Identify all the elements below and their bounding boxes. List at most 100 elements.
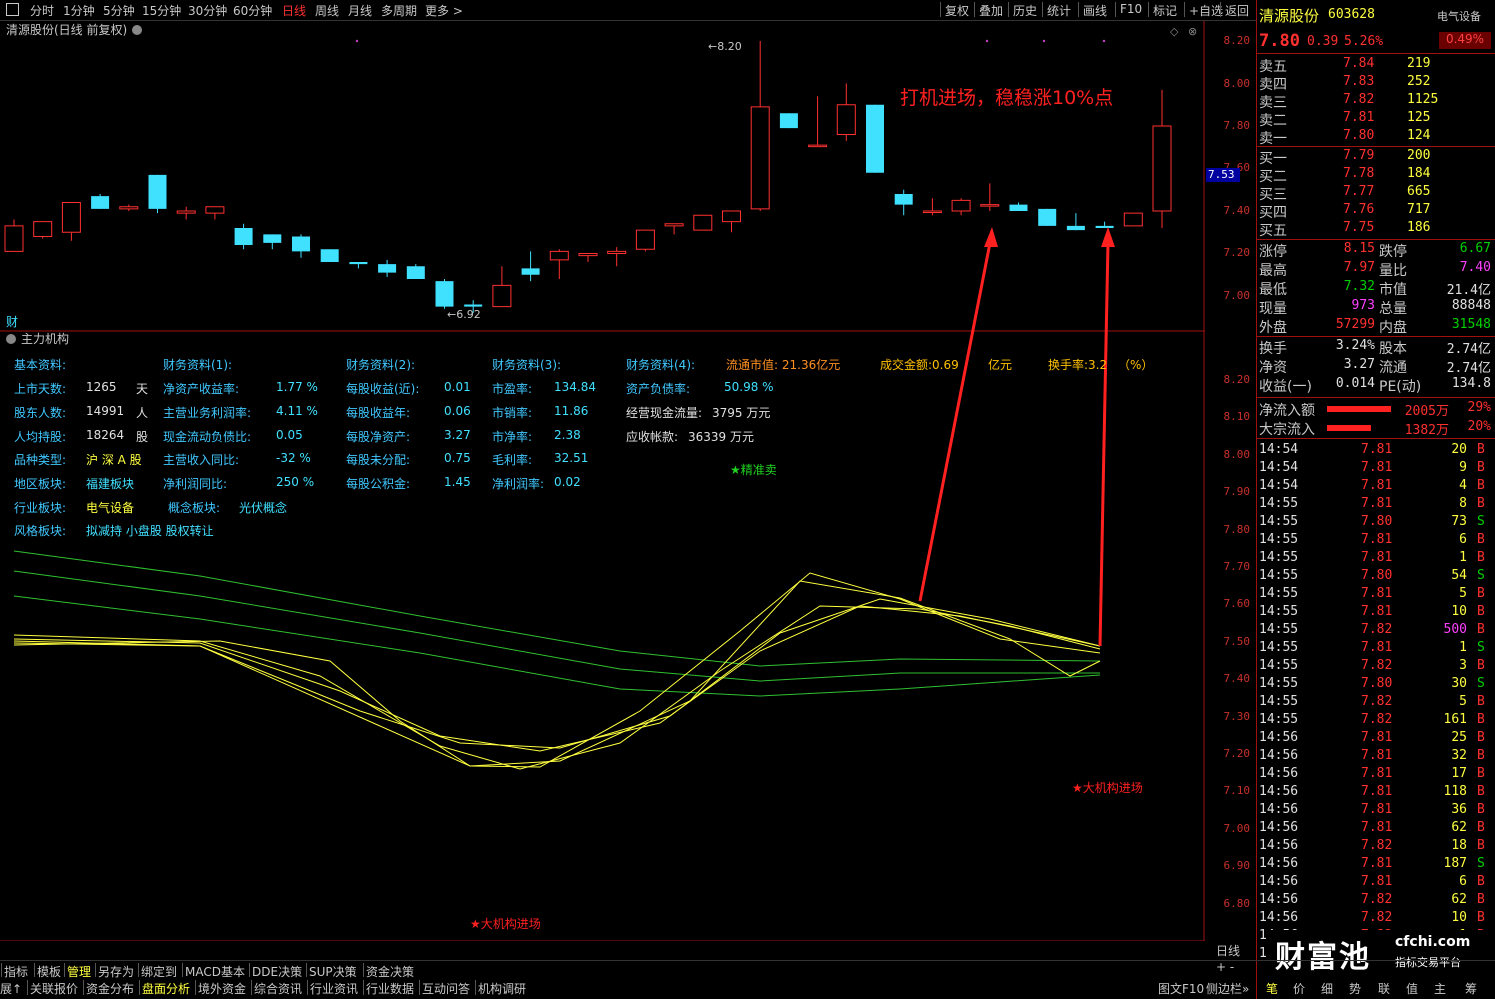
stat-value: 88848 xyxy=(1451,298,1491,313)
ask-price[interactable]: 7.81 xyxy=(1343,110,1374,125)
chart-close-icon[interactable]: ⊗ xyxy=(1188,25,1197,38)
side-tab[interactable]: 势 xyxy=(1349,980,1361,997)
stat-label: 市值 xyxy=(1379,282,1407,298)
tick-time: 14:56 xyxy=(1259,820,1299,835)
bid-price[interactable]: 7.79 xyxy=(1343,148,1374,163)
chart-title-dropdown-icon[interactable] xyxy=(132,25,142,35)
period-tab[interactable]: 30分钟 xyxy=(188,2,227,19)
tick-volume: 1 xyxy=(1459,640,1467,655)
indicator-collapse-icon[interactable] xyxy=(6,334,16,344)
basic-label: 人均持股: xyxy=(14,430,67,444)
bid-price[interactable]: 7.75 xyxy=(1343,220,1374,235)
period-tab[interactable]: 15分钟 xyxy=(142,2,181,19)
bid-price[interactable]: 7.77 xyxy=(1343,184,1374,199)
side-tab[interactable]: 主 xyxy=(1434,980,1446,997)
info-tab[interactable]: 机构调研 xyxy=(478,980,526,997)
toolbar-button[interactable]: 统计 xyxy=(1047,2,1071,19)
cai-icon[interactable]: 财 xyxy=(6,315,18,329)
info-tab[interactable]: 境外资金 xyxy=(198,980,246,997)
sidebar-toggle-button[interactable]: 侧边栏» xyxy=(1206,980,1249,997)
candle-body xyxy=(750,106,770,210)
side-tab[interactable]: 值 xyxy=(1406,980,1418,997)
ask-price[interactable]: 7.80 xyxy=(1343,128,1374,143)
toolbar-button[interactable]: 叠加 xyxy=(979,2,1003,19)
candle-body xyxy=(1066,225,1085,231)
period-tab[interactable]: 日线 xyxy=(282,2,306,19)
fin4-value: 3795 万元 xyxy=(712,406,771,420)
stat-value: 0.014 xyxy=(1335,376,1375,391)
info-tab[interactable]: 资金分布 xyxy=(86,980,134,997)
tick-volume: 8 xyxy=(1459,496,1467,511)
info-tab[interactable]: 互动问答 xyxy=(422,980,470,997)
period-label[interactable]: 日线 xyxy=(1216,942,1240,959)
tick-row: 14:55 7.81 6 B xyxy=(1257,532,1495,550)
side-tab[interactable]: 联 xyxy=(1378,980,1390,997)
tick-price: 7.81 xyxy=(1361,820,1393,835)
basic-value: 福建板块 xyxy=(86,477,135,491)
ask-price[interactable]: 7.82 xyxy=(1343,92,1374,107)
info-tab[interactable]: 展↑ xyxy=(0,980,22,997)
tick-volume: 32 xyxy=(1451,748,1467,763)
ask-price[interactable]: 7.84 xyxy=(1343,56,1374,71)
ask-price[interactable]: 7.83 xyxy=(1343,74,1374,89)
ask-volume: 1125 xyxy=(1407,92,1439,107)
style-value[interactable]: 拟减持 小盘股 股权转让 xyxy=(86,522,214,539)
chart-title: 清源股份(日线 前复权) xyxy=(6,22,127,37)
toolbar-button[interactable]: 标记 xyxy=(1153,2,1177,19)
event-dot xyxy=(1102,39,1106,43)
price-axis: 8.20 8.00 7.80 7.60 7.40 7.20 7.00 7.53 8.20 8.10… xyxy=(1206,21,1256,974)
concept-value[interactable]: 光伏概念 xyxy=(239,499,287,516)
f10-button[interactable]: 图文F10 xyxy=(1158,980,1204,997)
info-tab[interactable]: 行业数据 xyxy=(366,980,414,997)
tick-direction: B xyxy=(1477,766,1485,781)
stat-value: 2.74亿 xyxy=(1446,361,1491,376)
tick-direction: B xyxy=(1477,802,1485,817)
info-tab[interactable]: 盘面分析 xyxy=(142,980,190,997)
sidebar-divider xyxy=(1257,146,1495,147)
info-tab[interactable]: 综合资讯 xyxy=(254,980,302,997)
period-tab[interactable]: 月线 xyxy=(348,2,372,19)
bid-price[interactable]: 7.78 xyxy=(1343,166,1374,181)
period-tab[interactable]: 周线 xyxy=(315,2,339,19)
flow-bar xyxy=(1327,406,1391,412)
side-tab[interactable]: 价 xyxy=(1293,980,1305,997)
toolbar-button[interactable]: 返回 xyxy=(1225,2,1249,19)
period-tab[interactable]: 更多 > xyxy=(425,2,463,19)
toolbar-divider xyxy=(1148,2,1149,17)
chart-diamond-icon[interactable]: ◇ xyxy=(1170,25,1179,38)
basic-label: 股东人数: xyxy=(14,406,67,420)
side-tab[interactable]: 细 xyxy=(1321,980,1333,997)
period-tab[interactable]: 多周期 xyxy=(381,2,417,19)
candle-body xyxy=(521,268,540,275)
toolbar-button[interactable]: 画线 xyxy=(1083,2,1107,19)
fin2-label: 每股净资产: xyxy=(346,430,411,444)
period-tab[interactable]: 分时 xyxy=(30,2,54,19)
toolbar-button[interactable]: 历史 xyxy=(1013,2,1037,19)
toolbar-button[interactable]: F10 xyxy=(1120,2,1142,16)
tick-volume: 30 xyxy=(1451,676,1467,691)
tick-volume: 62 xyxy=(1451,892,1467,907)
fin2-value: 1.45 xyxy=(444,475,471,489)
bid-price[interactable]: 7.76 xyxy=(1343,202,1374,217)
basic-label: 品种类型: xyxy=(14,453,67,467)
toolbar-button[interactable]: +自选 xyxy=(1189,2,1223,19)
side-tab[interactable]: 筹 xyxy=(1465,980,1477,997)
tick-time: 14:54 xyxy=(1259,478,1299,493)
industry-value[interactable]: 电气设备 xyxy=(86,499,134,516)
toolbar-button[interactable]: 复权 xyxy=(945,2,969,19)
tick-price: 7.82 xyxy=(1361,622,1393,637)
toolbar-divider xyxy=(940,2,941,17)
indicator-axis-tick: 7.00 xyxy=(1223,821,1251,835)
tick-direction: B xyxy=(1477,586,1485,601)
tick-row: 14:55 7.80 30 S xyxy=(1257,676,1495,694)
period-tab[interactable]: 60分钟 xyxy=(233,2,272,19)
info-tab[interactable]: 关联报价 xyxy=(30,980,78,997)
period-tab[interactable]: 1分钟 xyxy=(63,2,95,19)
candle-body xyxy=(205,206,225,214)
side-tab[interactable]: 笔 xyxy=(1266,980,1278,997)
info-tab[interactable]: 行业资讯 xyxy=(310,980,358,997)
period-tab[interactable]: 5分钟 xyxy=(103,2,135,19)
fin1-value: 250 % xyxy=(276,475,315,489)
tick-row: 14:55 7.80 54 S xyxy=(1257,568,1495,586)
sector-name[interactable]: 电气设备 xyxy=(1437,8,1481,24)
